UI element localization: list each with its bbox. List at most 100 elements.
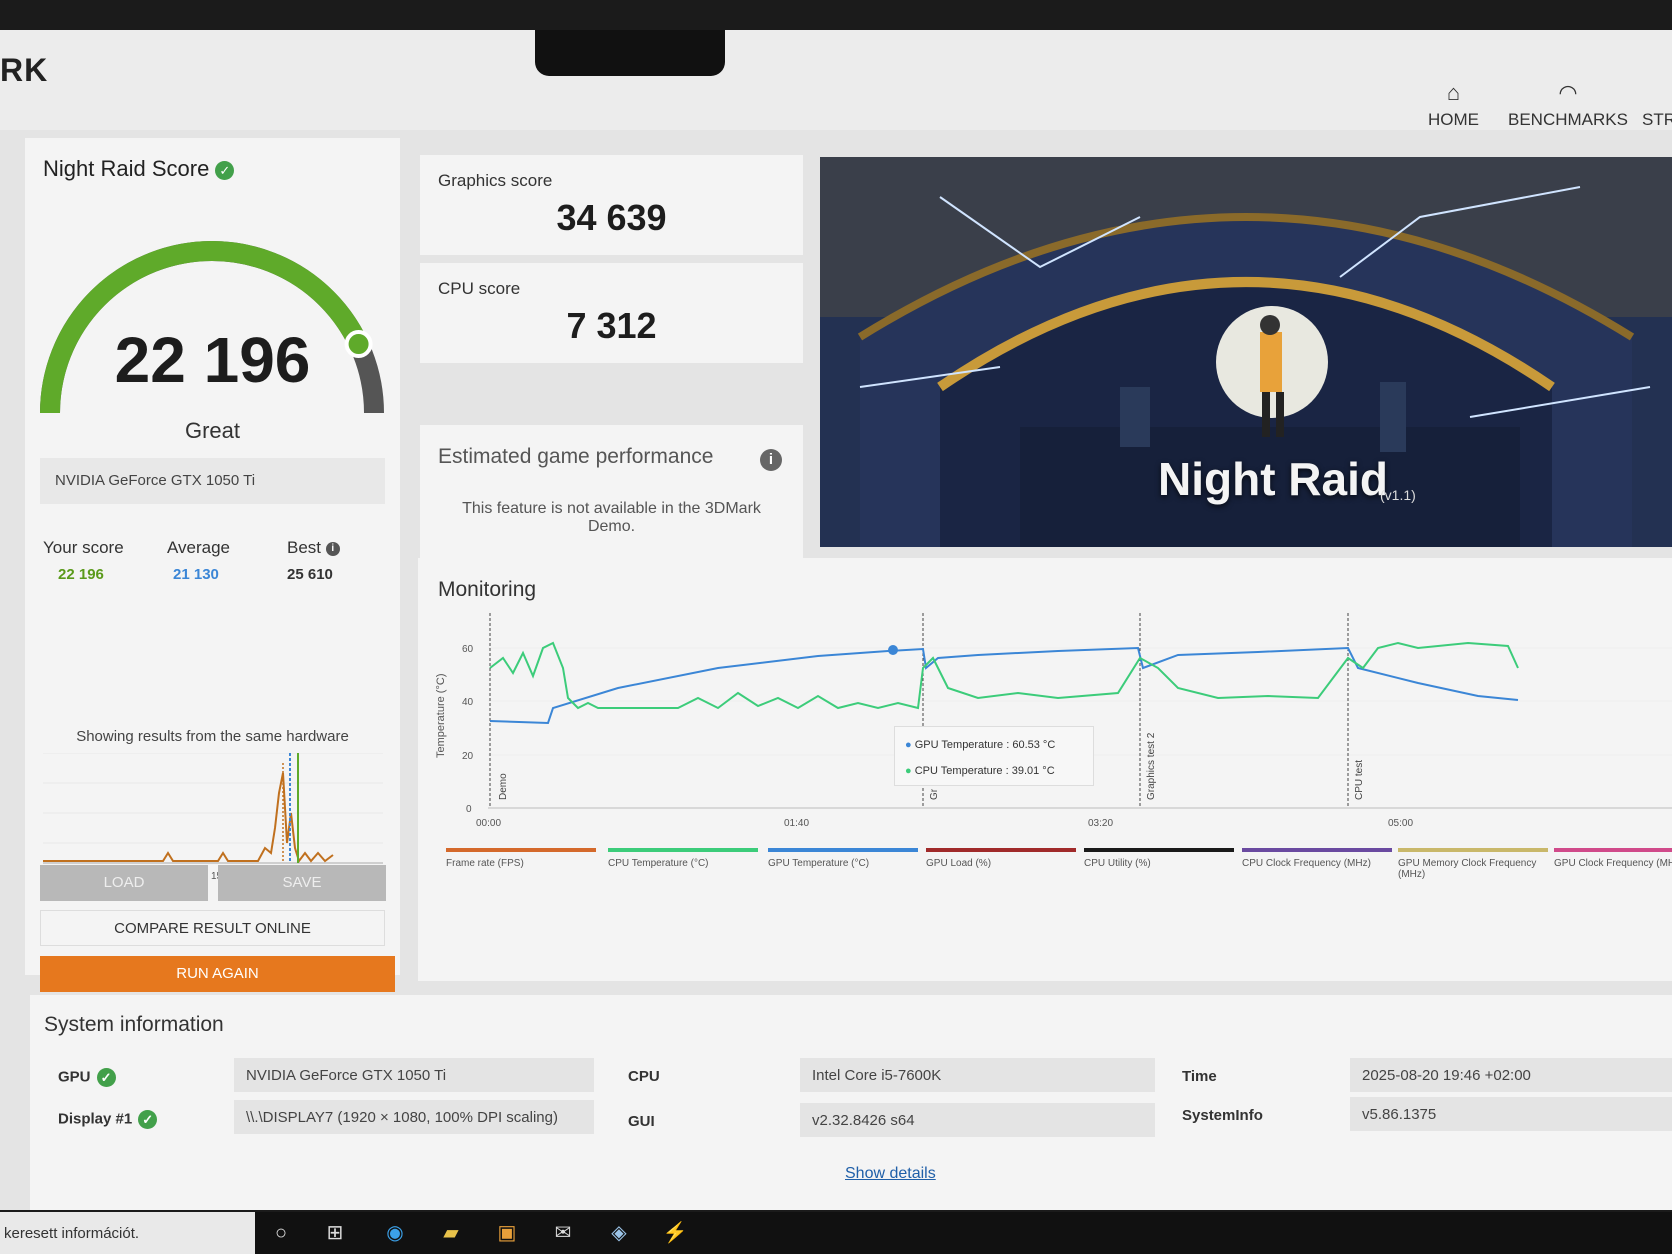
cpu-value: Intel Core i5-7600K — [800, 1058, 1155, 1092]
legend-item[interactable]: GPU Temperature (°C) — [768, 848, 918, 869]
app-window: RK ⌂ HOME ◠ BENCHMARKS STR Night Raid Sc… — [0, 30, 1672, 1210]
info-icon[interactable]: i — [760, 449, 782, 471]
cpu-label: CPU — [628, 1068, 660, 1085]
score-title: Night Raid Score ✓ — [43, 156, 235, 182]
best-score-value: 25 610 — [287, 566, 333, 583]
legend-label: GPU Temperature (°C) — [768, 858, 870, 869]
score-rating: Great — [184, 418, 241, 443]
x-tick: 00:00 — [476, 818, 501, 829]
tooltip-gpu-row: ● GPU Temperature : 60.53 °C — [905, 739, 1056, 751]
brand-logo: RK — [0, 52, 49, 88]
home-icon: ⌂ — [1446, 80, 1461, 105]
legend-label: Frame rate (FPS) — [446, 858, 524, 869]
monitoring-ylabel: Temperature (°C) — [435, 674, 447, 758]
stress-icon — [1642, 82, 1672, 104]
camera-notch — [535, 30, 725, 76]
run-again-button[interactable]: RUN AGAIN — [40, 956, 395, 992]
gpu-name: NVIDIA GeForce GTX 1050 Ti — [40, 458, 385, 504]
legend-item[interactable]: GPU Memory Clock Frequency (MHz) — [1398, 848, 1548, 880]
start-circle-icon[interactable]: ○ — [268, 1220, 294, 1246]
taskbar: keresett információt. ○ ⊞ ◉ ▰ ▣ ✉ ◈ ⚡ — [0, 1212, 1672, 1254]
overall-score: 22 196 — [114, 324, 311, 396]
3dmark-icon[interactable]: ⚡ — [662, 1220, 688, 1246]
legend-label: CPU Utility (%) — [1084, 858, 1151, 869]
system-information-panel: System information GPU ✓ NVIDIA GeForce G… — [30, 995, 1672, 1210]
legend-item[interactable]: CPU Temperature (°C) — [608, 848, 758, 869]
cpu-score-label: CPU score — [438, 279, 521, 298]
systeminfo-label: SystemInfo — [1182, 1107, 1263, 1124]
gpu-label-text: GPU — [58, 1068, 91, 1086]
x-tick: 05:00 — [1388, 818, 1413, 829]
y-tick: 40 — [462, 697, 474, 708]
banner-version: (v1.1) — [1380, 487, 1416, 503]
legend-item[interactable]: Frame rate (FPS) — [446, 848, 596, 869]
legend-item[interactable]: GPU Clock Frequency (MHz) — [1554, 848, 1672, 869]
time-label: Time — [1182, 1068, 1217, 1085]
benchmark-banner: Night Raid (v1.1) — [820, 157, 1672, 547]
load-button[interactable]: LOAD — [40, 865, 208, 901]
x-tick: 03:20 — [1088, 818, 1113, 829]
mail-icon[interactable]: ✉ — [550, 1220, 576, 1246]
edge-browser-icon[interactable]: ◉ — [382, 1220, 408, 1246]
steam-icon[interactable]: ◈ — [606, 1220, 632, 1246]
average-score-label: Average — [167, 538, 231, 557]
legend-item[interactable]: CPU Utility (%) — [1084, 848, 1234, 869]
legend-item[interactable]: CPU Clock Frequency (MHz) — [1242, 848, 1392, 869]
gauge-icon: ◠ — [1558, 80, 1578, 105]
section-label: Gr — [929, 788, 940, 800]
time-value: 2025-08-20 19:46 +02:00 — [1350, 1058, 1672, 1092]
tooltip-cpu: CPU Temperature : 39.01 °C — [914, 765, 1055, 777]
nav-home[interactable]: ⌂ HOME — [1428, 82, 1479, 130]
graphics-score-label: Graphics score — [438, 171, 553, 190]
nav-stress[interactable]: STR — [1642, 82, 1672, 130]
chart-tooltip: ● GPU Temperature : 60.53 °C ● CPU Tempe… — [894, 726, 1094, 786]
monitoring-panel: Monitoring Temperature (°C) 0 20 40 60 0… — [418, 558, 1672, 981]
legend-label: GPU Memory Clock Frequency (MHz) — [1398, 858, 1537, 880]
y-tick: 20 — [462, 751, 474, 762]
nav-benchmarks[interactable]: ◠ BENCHMARKS — [1508, 82, 1628, 130]
best-score-label: Best — [287, 538, 322, 557]
legend-label: GPU Clock Frequency (MHz) — [1554, 858, 1672, 869]
section-label: Demo — [498, 773, 509, 800]
y-tick: 60 — [462, 644, 474, 655]
system-info-title: System information — [44, 1013, 224, 1036]
average-score-value: 21 130 — [173, 566, 219, 583]
display-label: Display #1 ✓ — [58, 1110, 158, 1129]
compare-online-button[interactable]: COMPARE RESULT ONLINE — [40, 910, 385, 946]
gpu-temp-marker[interactable] — [888, 645, 898, 655]
taskbar-search[interactable]: keresett információt. — [0, 1212, 255, 1254]
legend-label: GPU Load (%) — [926, 858, 992, 869]
display-label-text: Display #1 — [58, 1110, 133, 1128]
section-label: CPU test — [1354, 760, 1365, 800]
x-tick: 01:40 — [784, 818, 809, 829]
average-score: Average 21 130 — [167, 538, 230, 583]
file-explorer-icon[interactable]: ▰ — [438, 1220, 464, 1246]
tooltip-gpu: GPU Temperature : 60.53 °C — [914, 739, 1056, 751]
check-icon: ✓ — [138, 1110, 158, 1129]
your-score-label: Your score — [43, 538, 124, 557]
top-bar: RK ⌂ HOME ◠ BENCHMARKS STR — [0, 30, 1672, 130]
estimated-performance-note: This feature is not available in the 3DM… — [462, 500, 761, 535]
task-view-icon[interactable]: ⊞ — [322, 1220, 348, 1246]
graphics-score-value: 34 639 — [556, 197, 667, 238]
nav-benchmarks-label: BENCHMARKS — [1508, 110, 1628, 129]
save-button[interactable]: SAVE — [218, 865, 386, 901]
graphics-score-card: Graphics score 34 639 — [420, 155, 803, 255]
cpu-score-value: 7 312 — [566, 305, 657, 346]
score-title-text: Night Raid Score — [43, 156, 210, 181]
same-hardware-note: Showing results from the same hardware — [76, 728, 349, 745]
tooltip-cpu-row: ● CPU Temperature : 39.01 °C — [905, 765, 1055, 777]
gui-label: GUI — [628, 1113, 655, 1130]
check-icon: ✓ — [215, 160, 235, 180]
legend-item[interactable]: GPU Load (%) — [926, 848, 1076, 869]
nav-home-label: HOME — [1428, 110, 1479, 129]
gpu-value: NVIDIA GeForce GTX 1050 Ti — [234, 1058, 594, 1092]
info-icon[interactable]: i — [325, 541, 340, 556]
your-score-value: 22 196 — [58, 566, 104, 583]
systeminfo-value: v5.86.1375 — [1350, 1097, 1672, 1131]
section-label: Graphics test 2 — [1146, 732, 1157, 800]
show-details-link[interactable]: Show details — [845, 1165, 936, 1183]
cpu-score-card: CPU score 7 312 — [420, 263, 803, 363]
legend-label: CPU Clock Frequency (MHz) — [1242, 858, 1371, 869]
store-icon[interactable]: ▣ — [494, 1220, 520, 1246]
